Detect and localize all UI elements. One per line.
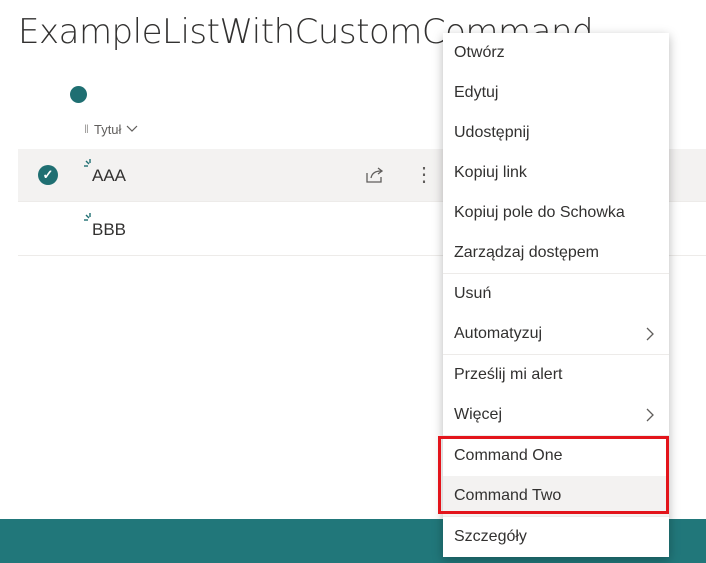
menu-item-label: Edytuj (454, 84, 499, 101)
row-title[interactable]: AAA (92, 166, 126, 186)
menu-item-label: Udostępnij (454, 124, 530, 141)
menu-item-label: Kopiuj pole do Schowka (454, 204, 625, 221)
menu-item-label: Automatyzuj (454, 325, 543, 342)
menu-item-more[interactable]: Więcej (443, 395, 669, 435)
menu-item-copy-link[interactable]: Kopiuj link (443, 153, 669, 193)
menu-item-label: Usuń (454, 285, 492, 302)
column-header-title[interactable]: ‖ Tytuł (84, 119, 138, 139)
chevron-down-icon (127, 125, 138, 132)
chevron-right-icon (646, 327, 654, 341)
menu-item-details[interactable]: Szczegóły (443, 517, 669, 557)
menu-item-open[interactable]: Otwórz (443, 33, 669, 73)
menu-item-label: Zarządzaj dostępem (454, 244, 599, 261)
column-header-label: Tytuł (93, 121, 122, 137)
menu-item-label: Prześlij mi alert (454, 366, 563, 383)
menu-item-label: Kopiuj link (454, 164, 527, 181)
menu-item-label: Więcej (454, 406, 503, 423)
menu-item-manage-access[interactable]: Zarządzaj dostępem (443, 233, 669, 273)
more-vertical-icon[interactable]: ⋮ (414, 163, 434, 187)
menu-item-automate[interactable]: Automatyzuj (443, 314, 669, 354)
menu-item-label: Otwórz (454, 44, 505, 61)
select-all-toggle[interactable] (70, 86, 87, 103)
menu-item-alert-me[interactable]: Prześlij mi alert (443, 355, 669, 395)
menu-item-copy-field[interactable]: Kopiuj pole do Schowka (443, 193, 669, 233)
menu-item-delete[interactable]: Usuń (443, 274, 669, 314)
row-checkmark-icon[interactable]: ✓ (38, 165, 58, 185)
menu-item-edit[interactable]: Edytuj (443, 73, 669, 113)
menu-item-share[interactable]: Udostępnij (443, 113, 669, 153)
row-title[interactable]: BBB (92, 220, 126, 240)
menu-item-label: Szczegóły (454, 528, 527, 545)
column-resize-grip-icon[interactable]: ‖ (84, 122, 89, 136)
chevron-right-icon (646, 408, 654, 422)
share-icon[interactable] (364, 165, 386, 185)
highlight-box (438, 436, 669, 514)
